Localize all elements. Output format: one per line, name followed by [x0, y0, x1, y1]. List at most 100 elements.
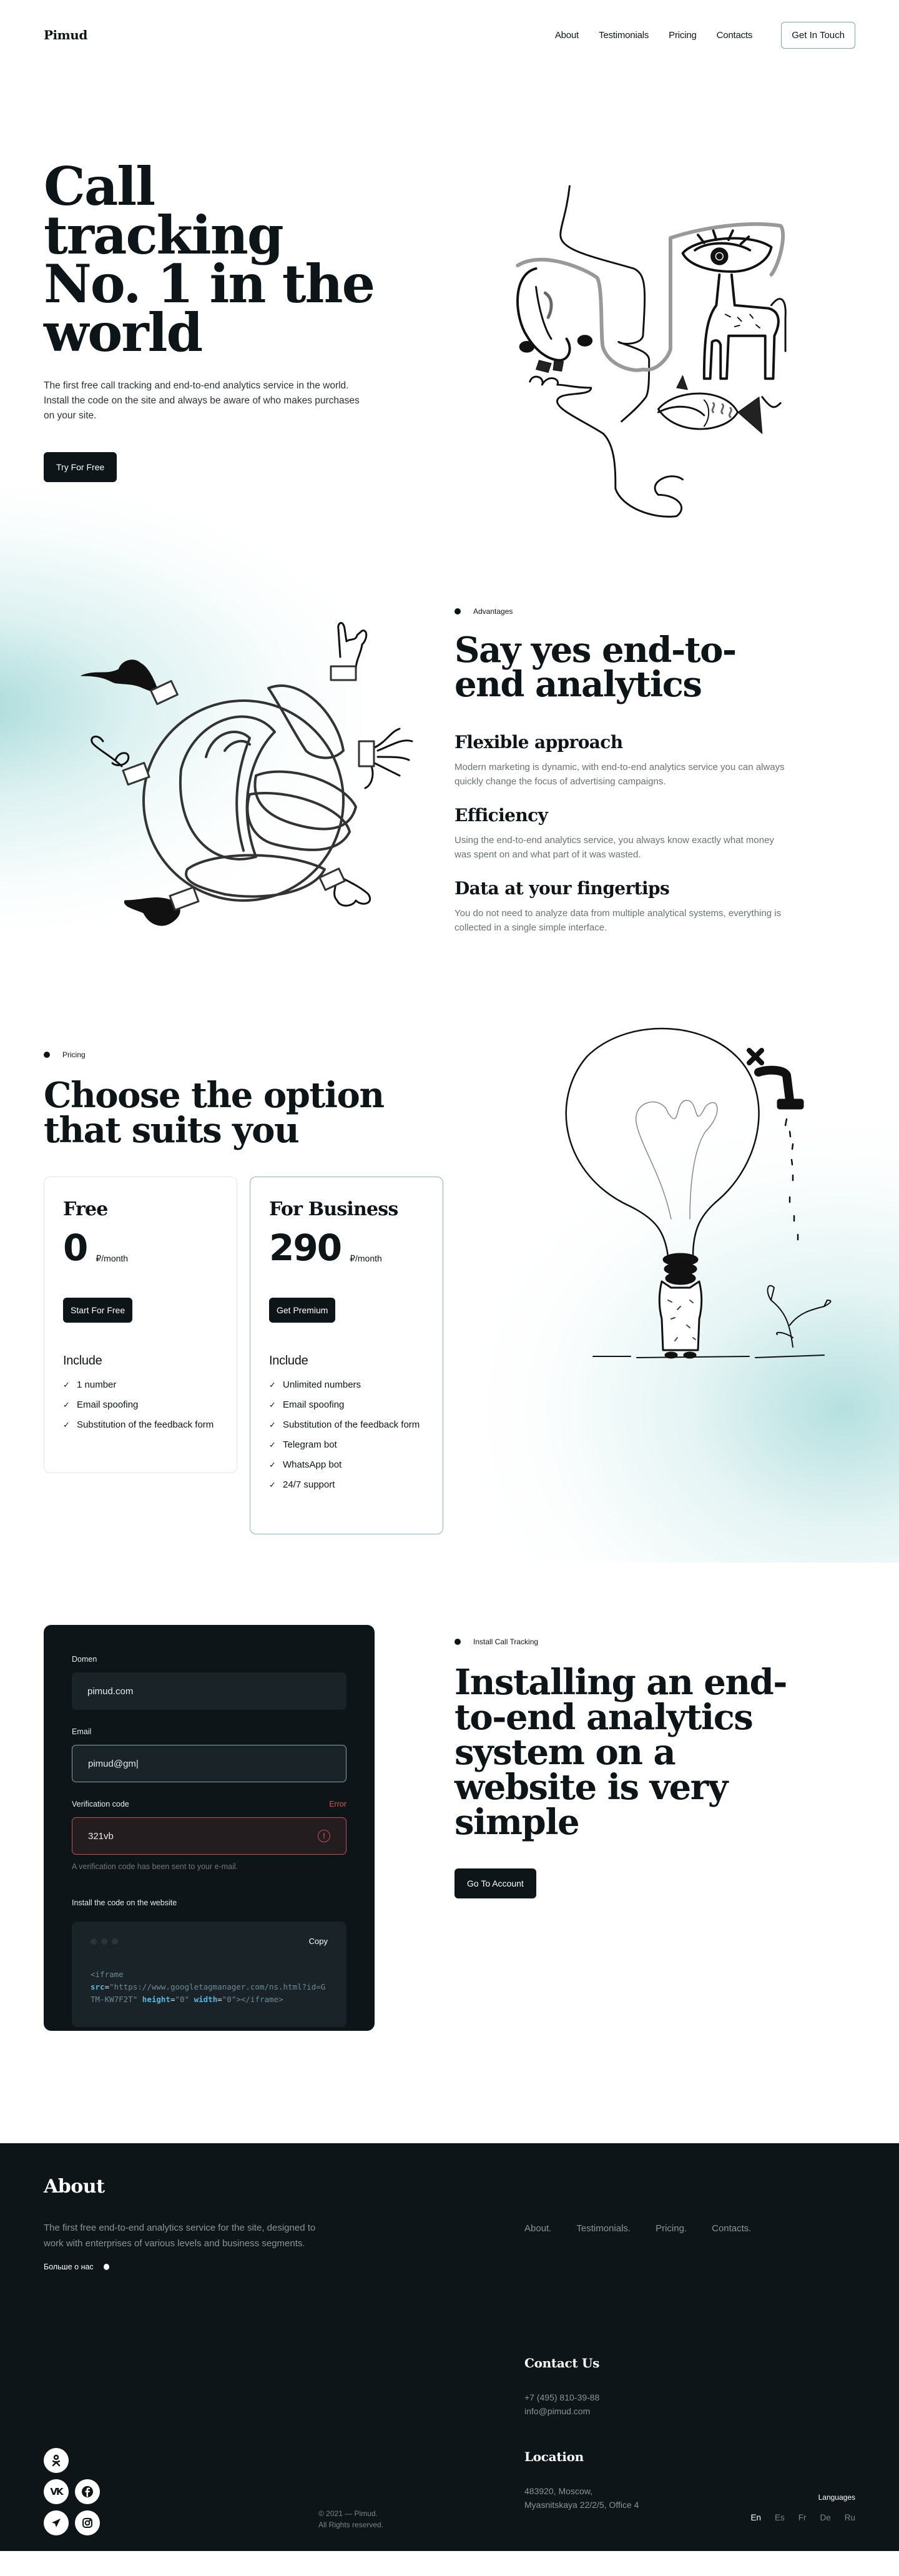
hero-title: Call tracking No. 1 in the world — [44, 160, 393, 359]
code-string: "0" — [222, 1995, 237, 2004]
footer-about: About The first free end-to-end analytic… — [44, 2176, 331, 2271]
footer-location: Location 483920, Moscow, Myasnitskaya 22… — [524, 2449, 639, 2512]
error-label: Error — [329, 1800, 346, 1809]
code-string: "0" — [175, 1995, 190, 2004]
label-text: Verification code — [72, 1800, 129, 1809]
nav-about[interactable]: About — [555, 30, 579, 41]
hero-description: The first free call tracking and end-to-… — [44, 380, 360, 421]
check-icon: ✓ — [63, 1400, 70, 1409]
code-snippet-box: Copy <iframe src="https://www.googletagma… — [72, 1922, 346, 2027]
lang-fr[interactable]: Fr — [798, 2513, 807, 2522]
lang-de[interactable]: De — [820, 2513, 830, 2522]
check-icon: ✓ — [269, 1480, 276, 1489]
lang-es[interactable]: Es — [775, 2513, 785, 2522]
section-tag-label: Pricing — [62, 1050, 86, 1059]
social-row — [44, 2448, 106, 2473]
footer-nav-contacts[interactable]: Contacts. — [712, 2223, 751, 2234]
hero-section: Call tracking No. 1 in the world The fir… — [0, 70, 899, 518]
code-attr: width — [194, 1995, 218, 2004]
nav-pricing[interactable]: Pricing — [669, 30, 697, 41]
check-icon: ✓ — [63, 1420, 70, 1429]
plan-name: Free — [63, 1198, 108, 1220]
include-label: Include — [269, 1354, 308, 1368]
start-for-free-button[interactable]: Start For Free — [63, 1298, 133, 1323]
facebook-icon[interactable] — [75, 2479, 100, 2504]
verification-code-input[interactable]: 321vb ! — [72, 1817, 346, 1855]
language-switcher: Languages En Es Fr De Ru — [737, 2493, 855, 2522]
check-icon: ✓ — [269, 1380, 276, 1389]
more-about-link[interactable]: Больше о нас — [44, 2263, 331, 2271]
plan-price: 0 — [63, 1226, 88, 1269]
footer-about-title: About — [44, 2176, 105, 2198]
code-box-header: Copy — [91, 1937, 328, 1946]
list-item: ✓ 24/7 support — [269, 1478, 424, 1492]
code-token: <iframe — [91, 1970, 124, 1979]
lang-en[interactable]: En — [750, 2513, 761, 2522]
feature-text: Using the end-to-end analytics service, … — [454, 835, 774, 860]
pricing-title: Choose the option that suits you — [44, 1078, 450, 1148]
plan-period: ₽/month — [96, 1253, 129, 1263]
plan-name: For Business — [269, 1198, 398, 1220]
get-in-touch-button[interactable]: Get In Touch — [781, 21, 855, 49]
address-lines: 483920, Moscow, Myasnitskaya 22/2/5, Off… — [524, 2484, 639, 2512]
code-field-group: Verification code Error 321vb ! A verifi… — [72, 1800, 346, 1871]
lightbulb-faucet-illustration — [565, 1027, 832, 1359]
code-attr: src — [91, 1982, 105, 1991]
code-snippet[interactable]: <iframe src="https://www.googletagmanager… — [91, 1968, 328, 2006]
telegram-icon[interactable] — [44, 2510, 69, 2535]
feature-item: Data at your fingertips You do not need … — [454, 878, 804, 935]
nav-testimonials[interactable]: Testimonials — [599, 30, 649, 41]
odnoklassniki-icon[interactable] — [44, 2448, 69, 2473]
footer-nav-about[interactable]: About. — [524, 2223, 551, 2234]
feature-label: WhatsApp bot — [283, 1459, 342, 1470]
alert-circle-icon: ! — [318, 1830, 330, 1842]
bullet-dot-icon — [454, 1639, 461, 1645]
bullet-dot-icon — [103, 2264, 109, 2270]
pricing-section: Pricing Choose the option that suits you… — [0, 1000, 899, 1625]
feature-item: Flexible approach Modern marketing is dy… — [454, 732, 804, 789]
language-options: En Es Fr De Ru — [737, 2513, 855, 2522]
list-item: ✓ Email spoofing — [63, 1398, 218, 1412]
copyright: © 2021 — Pimud. All Rights reserved. — [318, 2508, 383, 2530]
main-nav: About Testimonials Pricing Contacts — [555, 30, 753, 41]
list-item: ✓ Unlimited numbers — [269, 1378, 424, 1392]
address-line: 483920, Moscow, — [524, 2486, 592, 2496]
copyright-line: All Rights reserved. — [318, 2520, 384, 2529]
more-about-label: Больше о нас — [44, 2263, 94, 2271]
title-line: end analytics — [454, 664, 702, 705]
email-field-group: Email pimud@gm| — [72, 1727, 346, 1782]
footer-about-text: The first free end-to-end analytics serv… — [44, 2223, 316, 2249]
feature-text: Modern marketing is dynamic, with end-to… — [454, 762, 785, 787]
list-item: ✓ Substitution of the feedback form — [269, 1418, 424, 1432]
email-input[interactable]: pimud@gm| — [72, 1745, 346, 1782]
plan-features: ✓ 1 number ✓ Email spoofing ✓ Substitution … — [63, 1378, 218, 1432]
plan-period: ₽/month — [350, 1253, 382, 1263]
go-to-account-button[interactable]: Go To Account — [454, 1868, 536, 1898]
vk-icon[interactable]: VK — [44, 2479, 69, 2504]
nav-contacts[interactable]: Contacts — [717, 30, 753, 41]
window-dots-icon — [91, 1938, 118, 1945]
instagram-icon[interactable] — [75, 2510, 100, 2535]
email-link[interactable]: info@pimud.com — [524, 2404, 599, 2418]
list-item: ✓ Email spoofing — [269, 1398, 424, 1412]
phone-link[interactable]: +7 (495) 810-39-88 — [524, 2391, 599, 2404]
domain-input[interactable]: pimud.com — [72, 1672, 346, 1710]
footer-nav-pricing[interactable]: Pricing. — [656, 2223, 687, 2234]
section-tag: Advantages — [454, 607, 804, 616]
title-line: simple — [454, 1802, 580, 1843]
footer-nav-testimonials[interactable]: Testimonials. — [576, 2223, 631, 2234]
lang-ru[interactable]: Ru — [845, 2513, 855, 2522]
contact-lines: +7 (495) 810-39-88 info@pimud.com — [524, 2391, 599, 2418]
social-row: VK — [44, 2479, 106, 2504]
advantages-content: Advantages Say yes end-to- end analytics… — [454, 607, 804, 935]
copy-button[interactable]: Copy — [309, 1937, 328, 1946]
logo[interactable]: Pimud — [44, 27, 87, 42]
hero-title-line: world — [44, 302, 203, 363]
get-premium-button[interactable]: Get Premium — [269, 1298, 336, 1323]
check-icon: ✓ — [269, 1440, 276, 1449]
footer-nav: About. Testimonials. Pricing. Contacts. — [524, 2223, 751, 2234]
check-icon: ✓ — [269, 1400, 276, 1409]
social-row — [44, 2510, 106, 2535]
feature-title: Flexible approach — [454, 732, 623, 753]
feature-title: Data at your fingertips — [454, 878, 670, 899]
